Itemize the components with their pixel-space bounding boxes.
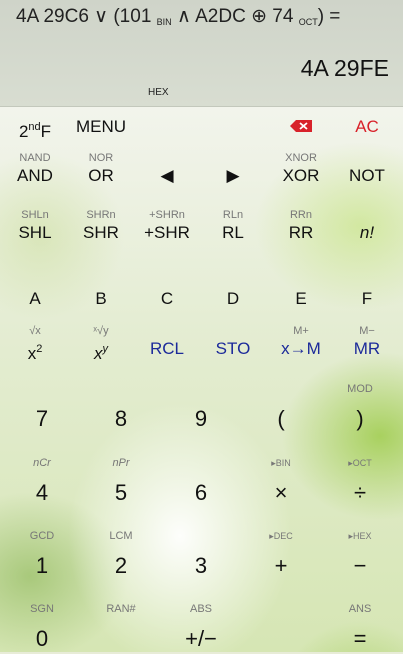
key-label: 7: [35, 406, 49, 431]
key-label: 3: [194, 553, 208, 578]
key-label: MR: [353, 339, 381, 358]
key-label: SHL: [18, 223, 52, 242]
key-label: RCL: [149, 339, 184, 358]
secondary-label: ▸BIN: [271, 458, 291, 468]
key-label: SHR: [83, 223, 119, 242]
key-label: 9: [194, 406, 208, 431]
key-label: 2: [18, 122, 29, 141]
key-label: OR: [88, 166, 114, 185]
key-label: AC: [355, 117, 379, 136]
key-label: RL: [222, 223, 244, 242]
secondary-label: ▸DEC: [269, 531, 293, 541]
key-label: 8: [114, 406, 128, 431]
key-label: MENU: [75, 117, 127, 136]
key-label: 0: [35, 626, 49, 651]
key-label: A: [29, 289, 41, 308]
key-label: −: [353, 553, 367, 578]
key-label: B: [95, 289, 107, 308]
secondary-label: XNOR: [285, 152, 317, 164]
secondary-label: GCD: [29, 530, 55, 542]
key-label: +SHR: [144, 223, 190, 242]
secondary-label: nCr: [33, 457, 51, 469]
secondary-label: ˣ√y: [93, 325, 109, 337]
key-label: D: [226, 289, 240, 308]
key-label: (: [277, 406, 285, 431]
secondary-label: NAND: [19, 152, 51, 164]
secondary-label: SHLn: [21, 209, 49, 221]
secondary-label: SHRn: [86, 209, 116, 221]
key-label: x: [94, 344, 103, 363]
result-value: 4A 29FE: [300, 55, 389, 81]
key-label: E: [295, 289, 307, 308]
base-subscript-bin: BIN: [156, 17, 172, 27]
secondary-label: RLn: [222, 209, 244, 221]
expression-line: 4A 29C6 ∨ (101 BIN ∧ A2DC ⊕ 74 OCT) =: [16, 5, 340, 28]
key-label: C: [160, 289, 174, 308]
key-label: AND: [17, 166, 53, 185]
key-label: =: [353, 626, 367, 651]
key-label: F: [361, 289, 373, 308]
expression-text: 4A 29C6 ∨ (101: [16, 6, 157, 27]
key-label: +: [274, 553, 288, 578]
key-label: 2: [114, 553, 128, 578]
key-label: 4: [35, 480, 49, 505]
key-label: x→M: [281, 339, 321, 358]
expression-text: ) =: [317, 6, 341, 27]
secondary-label: ▸HEX: [348, 531, 372, 541]
expression-text: ∧ A2DC ⊕ 74: [171, 6, 299, 27]
key-label: ): [356, 406, 364, 431]
secondary-label: RRn: [289, 209, 312, 221]
key-label-sup: 2: [36, 343, 43, 355]
key-label: ×: [274, 480, 288, 505]
key-label: ÷: [353, 480, 367, 505]
base-subscript-oct: OCT: [298, 17, 318, 27]
key-label: F: [40, 122, 52, 141]
secondary-label: LCM: [109, 530, 133, 542]
key-label: 6: [194, 480, 208, 505]
secondary-label: +SHRn: [149, 209, 185, 221]
key-label: x: [27, 344, 37, 363]
key-label-sup: nd: [28, 121, 41, 133]
secondary-label: ▸OCT: [348, 458, 372, 468]
key-label: 1: [35, 553, 49, 578]
secondary-label: M−: [359, 325, 375, 337]
key-label-sup: y: [102, 343, 109, 355]
right-arrow-icon: ▶: [226, 166, 240, 185]
base-mode-indicator: HEX: [148, 87, 169, 98]
secondary-label: [200, 324, 266, 338]
secondary-label: nPr: [112, 457, 130, 469]
secondary-label: ABS: [189, 603, 212, 615]
backspace-icon: [290, 120, 312, 132]
secondary-label: √x: [29, 325, 41, 337]
key-label: +/−: [185, 626, 217, 651]
key-label: RR: [288, 223, 314, 242]
secondary-label: MOD: [347, 383, 373, 395]
key-label: n!: [359, 223, 375, 242]
secondary-label: ANS: [348, 603, 372, 615]
key-label: STO: [215, 339, 251, 358]
key-label: XOR: [282, 166, 320, 185]
secondary-label: RAN#: [106, 603, 136, 615]
secondary-label: NOR: [88, 152, 114, 164]
display-panel: 4A 29C6 ∨ (101 BIN ∧ A2DC ⊕ 74 OCT) = 4A…: [0, 0, 403, 107]
key-label: 5: [114, 480, 128, 505]
key-label: NOT: [349, 166, 385, 185]
secondary-label: M+: [293, 325, 309, 337]
left-arrow-icon: ◀: [160, 166, 174, 185]
secondary-label: SGN: [30, 603, 54, 615]
